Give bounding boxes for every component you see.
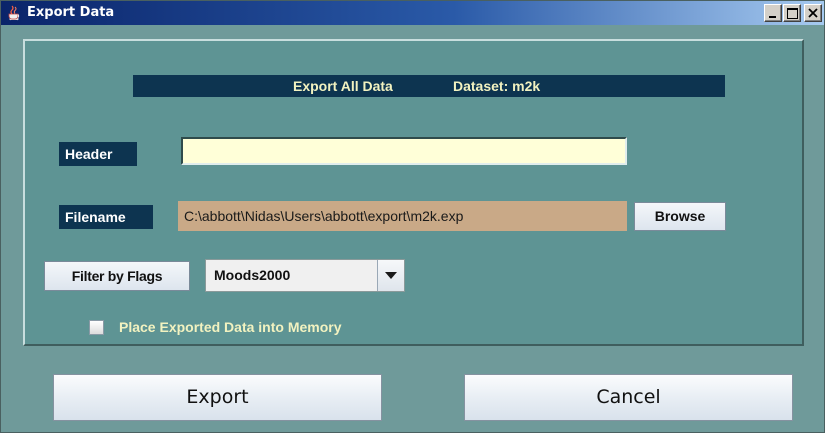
close-icon[interactable]: [804, 4, 822, 22]
cancel-button[interactable]: Cancel: [464, 374, 793, 421]
filename-field[interactable]: C:\abbott\Nidas\Users\abbott\export\m2k.…: [178, 201, 627, 231]
header-input[interactable]: [181, 137, 627, 165]
chevron-down-icon[interactable]: [377, 260, 404, 291]
export-banner: Export All Data Dataset: m2k: [133, 75, 725, 97]
browse-button[interactable]: Browse: [634, 202, 726, 231]
minimize-icon[interactable]: [764, 4, 782, 22]
place-in-memory-label: Place Exported Data into Memory: [119, 319, 342, 335]
export-options-panel: Export All Data Dataset: m2k Header File…: [23, 39, 804, 346]
banner-dataset: Dataset: m2k: [453, 78, 541, 94]
flags-select-value: Moods2000: [214, 267, 291, 283]
maximize-icon[interactable]: [783, 4, 801, 22]
export-data-window: Export Data Export All Data Dataset: m2k…: [0, 0, 825, 433]
place-in-memory-checkbox[interactable]: [89, 320, 104, 335]
window-title: Export Data: [27, 5, 115, 20]
java-coffee-cup-icon: [5, 4, 23, 22]
flags-select[interactable]: Moods2000: [205, 259, 405, 292]
header-label: Header: [59, 142, 137, 166]
filter-by-flags-button[interactable]: Filter by Flags: [44, 261, 190, 291]
filename-label: Filename: [59, 205, 153, 229]
banner-title: Export All Data: [293, 78, 393, 94]
title-bar[interactable]: Export Data: [1, 1, 824, 25]
export-button[interactable]: Export: [53, 374, 382, 421]
